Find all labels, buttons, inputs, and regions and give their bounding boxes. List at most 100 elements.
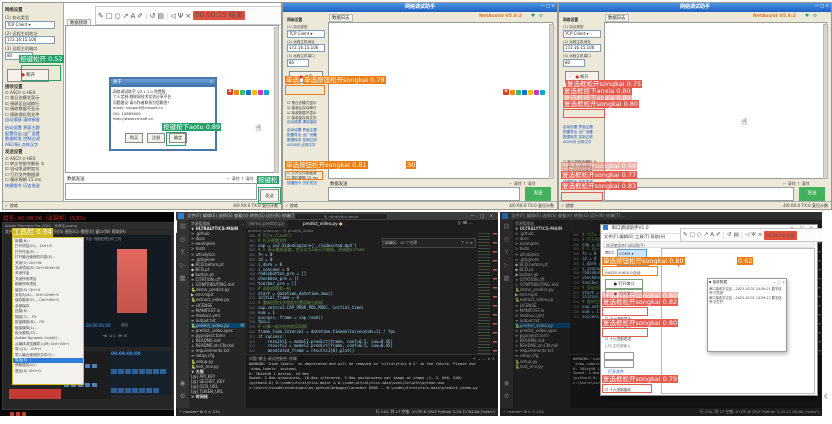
close-icon[interactable]: ×: [551, 4, 556, 9]
port-input[interactable]: 80: [563, 59, 585, 67]
send-links[interactable]: 快捷指令 历史发送: [287, 181, 325, 186]
file-list[interactable]: ≡ predict_video.spec ≡ pyproject.toml ↓ …: [515, 328, 570, 369]
explorer-icon[interactable]: ▤: [176, 220, 189, 233]
extensions-icon[interactable]: ▦: [176, 272, 189, 285]
close-icon[interactable]: ×: [825, 4, 830, 9]
recv-links[interactable]: 自动滚屏 清除接收: [5, 117, 61, 122]
heart-icon[interactable]: ♥: [531, 14, 535, 19]
scrollbar[interactable]: [823, 24, 828, 179]
pen-icon[interactable]: ✎: [683, 232, 688, 238]
undo-icon[interactable]: ↺: [150, 12, 156, 20]
data-log-tab[interactable]: 数据日志: [605, 14, 629, 22]
account-icon[interactable]: ◉: [500, 377, 513, 390]
record-timer-badge[interactable]: 00:00:02 结束: [764, 231, 797, 240]
log-area[interactable]: [328, 22, 553, 179]
search-input[interactable]: ◎ ultralytics-main: [294, 213, 388, 220]
tray-icon[interactable]: [528, 90, 533, 95]
host-input[interactable]: 172.16.15.106: [563, 44, 601, 52]
register-button[interactable]: 注册: [147, 133, 165, 143]
pen-icon[interactable]: ✎: [98, 12, 104, 20]
tray-icon[interactable]: [534, 90, 539, 95]
selected-file[interactable]: 🐍predict_video.py: [515, 323, 570, 328]
heart-icon[interactable]: ♥: [805, 14, 809, 19]
tray-icon[interactable]: [264, 90, 269, 95]
run-debug-icon[interactable]: ▷: [500, 259, 513, 272]
window-controls[interactable]: — □ ×: [471, 212, 495, 220]
close-icon[interactable]: ×: [185, 12, 191, 20]
tray-icon[interactable]: [540, 90, 545, 95]
outline-list[interactable]: [@] API_KEY [@] SECRET_KEY [@] OCR_URL […: [191, 374, 246, 394]
messenger-icon[interactable]: S: [503, 89, 509, 95]
recv-options[interactable]: ☐ 按日志模式显示 ☑ 接收区自动换行 ☑ 接收数据不显示 ☐ 接收保存到文件: [5, 95, 61, 117]
tab-predict-video[interactable]: predict_video.py ●: [300, 220, 347, 228]
tray-icon[interactable]: [252, 90, 257, 95]
protocol-select[interactable]: TCP Client ▾: [287, 30, 325, 38]
dialog-close-icon[interactable]: ×: [209, 79, 213, 87]
file-menu-dropdown[interactable]: 新建(N) › 打开项目(O)… Ctrl+O 打开作品(P)… 打开最近使用的…: [12, 237, 84, 385]
mic-icon[interactable]: Ψ: [178, 12, 184, 20]
file-list[interactable]: > .github > docs > examples > tests > ul…: [191, 231, 246, 323]
tray-icon[interactable]: [258, 90, 263, 95]
window-controls[interactable]: —□×: [814, 4, 830, 9]
window-titlebar[interactable]: 网络调试助手: [559, 3, 831, 12]
maximize-icon[interactable]: □: [777, 280, 780, 284]
find-input[interactable]: 1080: [383, 240, 397, 245]
file-menu-items-tail[interactable]: 获取属性(G) › 退出(X) Ctrl+Q: [13, 363, 83, 374]
file-menu-items[interactable]: 新建(N) › 打开项目(O)… Ctrl+O 打开作品(P)… 打开最近使用的…: [13, 238, 83, 358]
buy-button[interactable]: 购买: [125, 133, 143, 143]
tray-icon[interactable]: [234, 90, 239, 95]
tab-demo-predict[interactable]: demo_predict.py: [246, 220, 288, 228]
file-list[interactable]: > .github > docs > examples > tests > ul…: [515, 231, 570, 323]
speaker-icon[interactable]: ◁: [745, 232, 749, 238]
undo-icon[interactable]: ↺: [727, 232, 732, 238]
settings-gear-icon[interactable]: ⚙: [500, 390, 513, 403]
status-right[interactable]: 行 134, 列 17 空格: 4 UTF-8 CRLF Python 3.10…: [376, 408, 495, 416]
account-icon[interactable]: ◉: [176, 377, 189, 390]
scrollbar[interactable]: [274, 27, 279, 173]
vscode-menus[interactable]: 文件(F) 编辑(E) 选择(S) 查看(V) 转到(G) 运行(R) 终端(T…: [187, 213, 301, 218]
shortcut-grid[interactable]: [111, 360, 171, 398]
serial-menubar[interactable]: 文件(F) 编辑(E) 工具(T) 帮助(H): [604, 234, 665, 240]
tray-icon[interactable]: [246, 90, 251, 95]
minimize-icon[interactable]: —: [773, 280, 777, 284]
send-field-1[interactable]: [604, 352, 634, 360]
send-input[interactable]: [328, 187, 520, 201]
maximize-icon[interactable]: □: [480, 213, 486, 218]
send-input[interactable]: [65, 183, 257, 200]
tray-icon[interactable]: [516, 90, 521, 95]
clear-links[interactable]: ⌐ 清除 ↑ 清除: [227, 176, 254, 182]
status-left[interactable]: ✓ master* ⊗ 0 ⚠ 134: [179, 409, 220, 414]
find-nav-icons[interactable]: ↑ ↓ ×: [461, 239, 473, 247]
record-timer-badge[interactable]: 00:00:15 结束: [193, 11, 245, 20]
arrow-icon[interactable]: ↗: [704, 232, 709, 238]
protocol-select[interactable]: TCP Client ▾: [5, 21, 55, 29]
host-input[interactable]: 172.16.15.106: [5, 36, 55, 44]
text-icon[interactable]: A: [710, 232, 714, 238]
rect-icon[interactable]: □: [106, 12, 113, 20]
send-field-2[interactable]: [604, 360, 634, 368]
messenger-icon[interactable]: S: [227, 89, 233, 95]
window-controls[interactable]: —□×: [540, 4, 556, 9]
trash-icon[interactable]: ▤: [734, 232, 739, 238]
rect-icon[interactable]: □: [690, 232, 695, 238]
gear-icon[interactable]: ⚙: [813, 14, 817, 19]
hex-send-checkbox[interactable]: ☐ 十六进制发送: [605, 337, 631, 342]
send-button[interactable]: 发送: [799, 187, 825, 201]
explorer-icon[interactable]: ▤: [500, 220, 513, 233]
brush-icon[interactable]: ✐: [716, 232, 721, 238]
dialog-titlebar[interactable]: ▪ 接收数据 — □ ×: [708, 279, 786, 286]
search-icon[interactable]: ◎: [500, 233, 513, 246]
file-list[interactable]: ≡ predict_video.spec ≡ pyproject.toml ↓ …: [191, 328, 246, 369]
vscode-menus[interactable]: 文件(F) 编辑(E) 选择(S) 查看(V) 转到(G) 运行(R) 终端(T…: [511, 213, 625, 218]
fit-dropdown[interactable]: 适合: [121, 323, 128, 328]
quick-links[interactable]: 启动设置 界面主题 配置导出 出厂设置 数据转发 控制过滤 ASCII码 点阵汉…: [5, 125, 61, 147]
port-input[interactable]: 80: [287, 59, 309, 67]
host-input[interactable]: 172.16.15.106: [287, 44, 325, 52]
close-icon[interactable]: ×: [758, 232, 763, 238]
quick-links[interactable]: 启动设置 界面主题 配置导出 出厂设置 数据转发 控制过滤 ASCII码 点阵汉…: [563, 125, 601, 144]
send-options[interactable]: ☐ 转义符指令解析 ① ☑ 自动发送附加位 ☐ 打开文件数据源 ☐ 循环周期 1…: [5, 161, 61, 183]
window-titlebar[interactable]: 网络调试助手: [283, 3, 557, 12]
circle-icon[interactable]: ○: [697, 232, 702, 238]
text-icon[interactable]: A: [130, 12, 135, 20]
scrollbar[interactable]: [549, 24, 554, 179]
